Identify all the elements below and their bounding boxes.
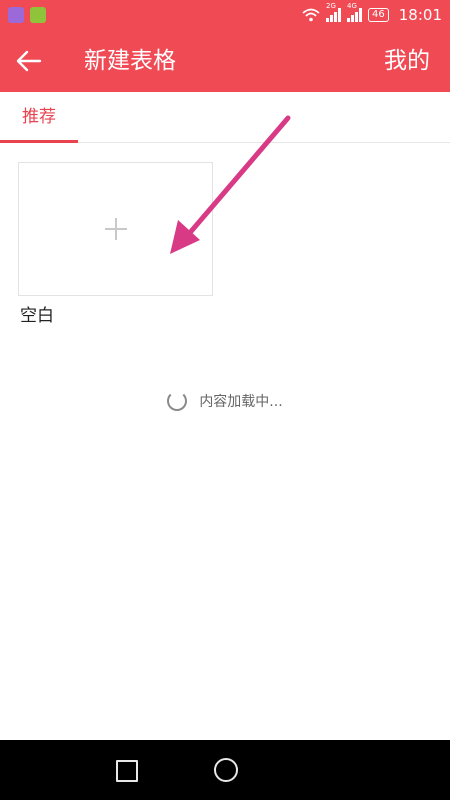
status-indicators: 2G 4G 46 18:01 <box>302 2 442 25</box>
tab-recommend-label: 推荐 <box>22 107 56 127</box>
notification-icons <box>8 7 46 23</box>
battery-indicator: 46 <box>368 8 389 22</box>
plus-icon <box>105 218 127 240</box>
tab-bar: 推荐 <box>0 92 450 143</box>
tab-recommend[interactable]: 推荐 <box>0 92 78 143</box>
wifi-icon <box>302 8 320 22</box>
home-button[interactable] <box>214 758 238 782</box>
loading-text: 内容加载中... <box>199 394 283 410</box>
back-button[interactable] <box>14 46 48 76</box>
blank-template-card[interactable] <box>18 162 213 296</box>
signal-4g-label: 4G <box>347 2 357 10</box>
signal-2g-icon: 2G <box>326 2 342 22</box>
tab-active-indicator <box>0 140 78 143</box>
arrow-left-icon <box>16 50 42 72</box>
signal-4g-icon: 4G <box>347 2 363 22</box>
page-title: 新建表格 <box>84 48 176 74</box>
spinner-icon <box>167 391 188 411</box>
loading-indicator: 内容加载中... <box>0 388 450 414</box>
blank-template-label: 空白 <box>20 306 54 326</box>
app-bar: 新建表格 我的 <box>0 30 450 92</box>
mine-button[interactable]: 我的 <box>384 44 430 78</box>
system-nav-bar <box>0 740 450 800</box>
recent-apps-button[interactable] <box>116 760 138 782</box>
signal-2g-label: 2G <box>326 2 336 10</box>
status-time: 18:01 <box>398 6 442 24</box>
status-bar: 2G 4G 46 18:01 <box>0 0 450 30</box>
notification-app-icon <box>30 7 46 23</box>
notification-app-icon <box>8 7 24 23</box>
